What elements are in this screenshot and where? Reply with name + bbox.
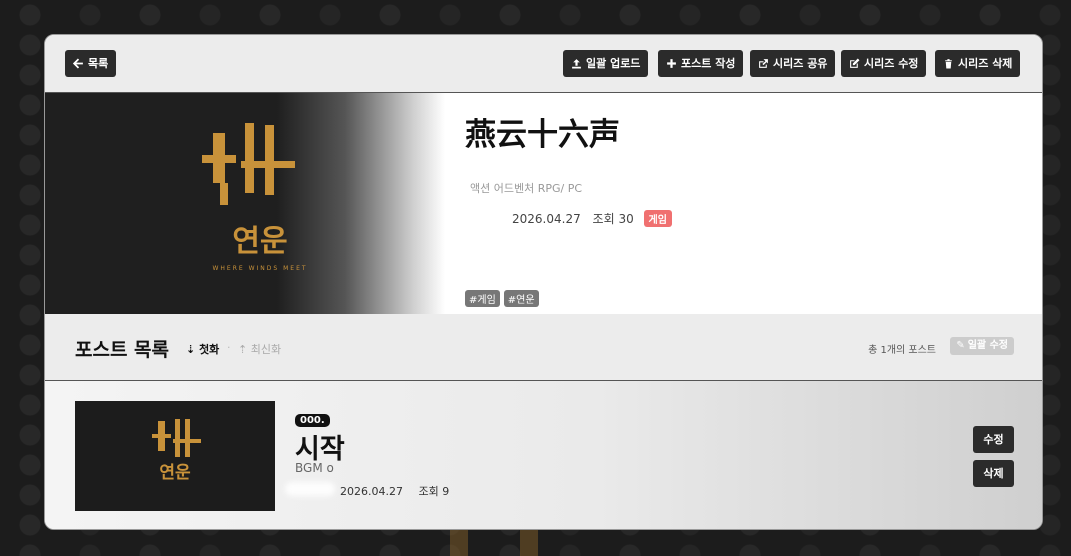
tag-game[interactable]: #게임	[465, 290, 500, 307]
series-views: 조회 30	[592, 212, 634, 226]
delete-series-label: 시리즈 삭제	[958, 57, 1013, 70]
back-label: 목록	[88, 57, 109, 70]
series-meta: 2026.04.27 조회 30 게임	[512, 210, 672, 227]
plus-icon	[667, 59, 676, 68]
edit-icon: ✎	[956, 340, 965, 351]
series-art-text: 연운	[232, 224, 287, 259]
sort-asc-icon: ⇡	[238, 343, 248, 356]
edit-series-button[interactable]: 시리즈 수정	[841, 50, 927, 77]
series-panel: 목록 일괄 업로드 포스트 작성 시리즈 공유 시리즈 수정 시리즈 삭제 연운…	[44, 34, 1043, 530]
post-date: 2026.04.27	[340, 485, 403, 498]
sort-desc-icon: ⇣	[186, 343, 196, 356]
post-thumb-art: 연운	[152, 419, 201, 483]
bulk-edit-label: 일괄 수정	[967, 340, 1008, 351]
post-subtitle: BGM o	[295, 461, 334, 475]
series-description: 액션 어드벤처 RPG/ PC	[470, 182, 583, 195]
series-tags: #게임 #연운	[465, 290, 539, 307]
bulk-upload-label: 일괄 업로드	[586, 57, 641, 70]
post-thumbnail[interactable]: 연운	[75, 401, 275, 511]
post-list-header: 포스트 목록 ⇣ 첫화 · ⇡ 최신화 총 1개의 포스트 ✎ 일괄 수정	[45, 314, 1042, 381]
post-edit-button[interactable]: 수정	[973, 426, 1014, 453]
bulk-upload-button[interactable]: 일괄 업로드	[563, 50, 649, 77]
post-list-heading: 포스트 목록	[75, 339, 170, 361]
post-views: 조회 9	[418, 485, 450, 498]
write-post-label: 포스트 작성	[681, 57, 736, 70]
upload-icon	[572, 59, 581, 69]
series-cover-image: 연운 WHERE WINDS MEET	[45, 93, 445, 314]
toolbar: 목록 일괄 업로드 포스트 작성 시리즈 공유 시리즈 수정 시리즈 삭제	[45, 35, 1042, 93]
trash-icon	[945, 59, 952, 69]
post-count: 총 1개의 포스트	[868, 345, 936, 356]
post-row[interactable]: 연운 000. 시작 BGM o 2026.04.27 조회 9 수정 삭제	[45, 381, 1042, 529]
post-number-badge: 000.	[295, 414, 330, 427]
sort-first-button[interactable]: ⇣ 첫화	[186, 341, 219, 357]
share-series-button[interactable]: 시리즈 공유	[750, 50, 836, 77]
tag-yeonun[interactable]: #연운	[503, 290, 539, 307]
series-date: 2026.04.27	[512, 212, 581, 226]
sort-first-label: 첫화	[199, 343, 220, 356]
delete-series-button[interactable]: 시리즈 삭제	[935, 50, 1021, 77]
back-button[interactable]: 목록	[65, 50, 117, 77]
post-meta: 2026.04.27 조회 9	[340, 483, 449, 499]
series-art-subtext: WHERE WINDS MEET	[212, 265, 307, 272]
sort-latest-button[interactable]: ⇡ 최신화	[238, 341, 281, 357]
post-delete-button[interactable]: 삭제	[973, 460, 1014, 487]
series-title: 燕云十六声	[465, 117, 620, 153]
edit-icon	[850, 58, 860, 68]
sort-latest-label: 최신화	[250, 343, 282, 356]
series-hero: 연운 WHERE WINDS MEET 燕云十六声 2026.04.27 조회 …	[45, 93, 1042, 314]
redacted-author	[285, 482, 335, 496]
share-series-label: 시리즈 공유	[773, 57, 828, 70]
share-icon	[759, 59, 768, 68]
edit-series-label: 시리즈 수정	[864, 57, 919, 70]
series-logo-art: 연운 WHERE WINDS MEET	[202, 123, 307, 272]
post-thumb-text: 연운	[159, 463, 191, 483]
write-post-button[interactable]: 포스트 작성	[658, 50, 744, 77]
bulk-edit-button[interactable]: ✎ 일괄 수정	[950, 337, 1014, 355]
sort-separator: ·	[227, 341, 231, 354]
category-badge[interactable]: 게임	[643, 210, 672, 227]
arrow-left-icon	[73, 58, 83, 69]
